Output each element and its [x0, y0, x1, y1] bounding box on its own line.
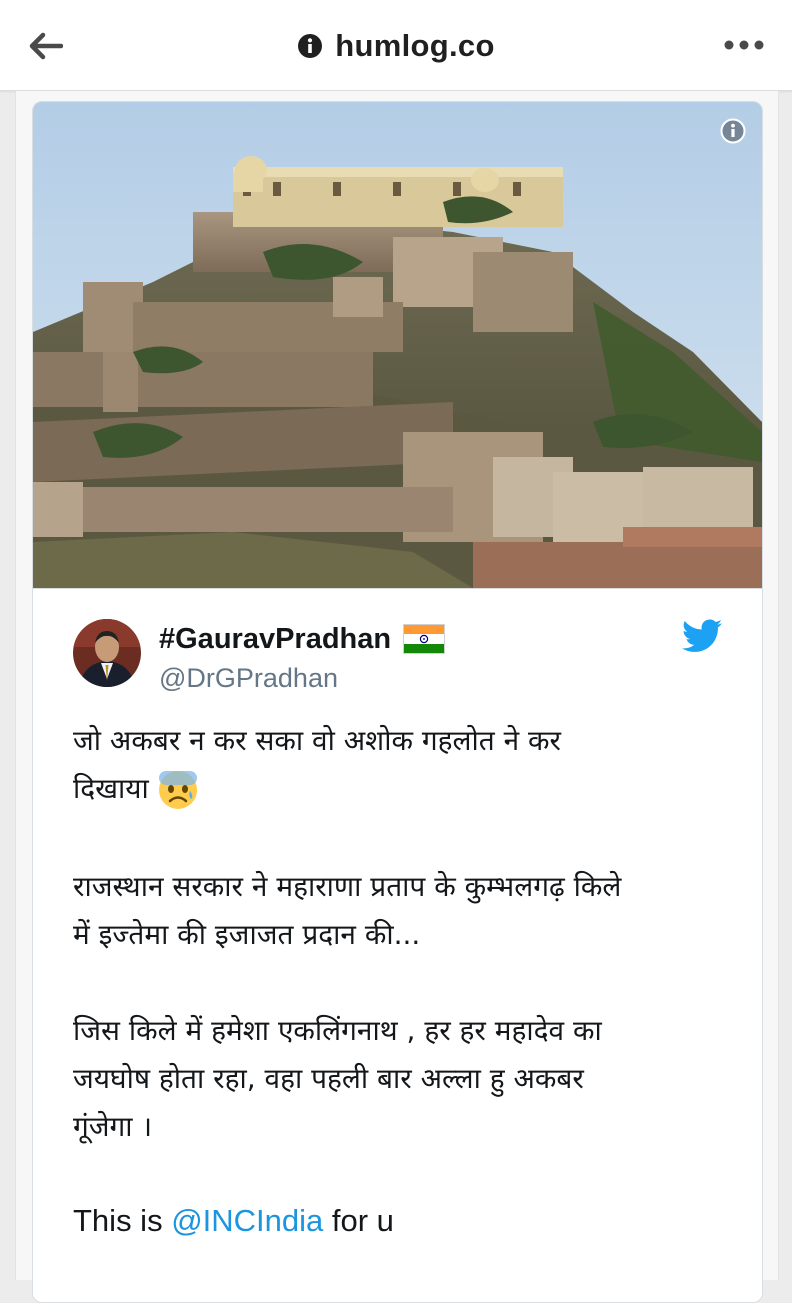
tweet-paragraph-1: जो अकबर न कर सका वो अशोक गहलोत ने कर दिख… — [73, 717, 733, 813]
fort-photo[interactable] — [33, 102, 762, 588]
tweet-paragraph-3: जिस किले में हमेशा एकलिंगनाथ , हर हर महा… — [73, 1007, 733, 1151]
tweet-text-suffix: for u — [323, 1203, 394, 1238]
author-name-row: #GauravPradhan — [159, 619, 446, 659]
author-handle[interactable]: @DrGPradhan — [159, 663, 338, 694]
browser-toolbar: humlog.co — [0, 0, 792, 91]
info-icon[interactable] — [720, 118, 746, 144]
twitter-bird-icon[interactable] — [682, 619, 722, 653]
tweet-text-line: जो अकबर न कर सका वो अशोक गहलोत ने कर — [73, 724, 561, 757]
tweet-text-line: राजस्थान सरकार ने महाराणा प्रताप के कुम्… — [73, 870, 622, 903]
more-horizontal-icon — [724, 40, 764, 50]
url-text: humlog.co — [335, 28, 495, 63]
anxious-face-emoji — [158, 771, 197, 809]
tweet-text-line: दिखाया — [73, 765, 733, 813]
tweet-text-line: गूंजेगा । — [73, 1110, 153, 1143]
india-flag-icon — [403, 624, 446, 654]
author-display-name[interactable]: #GauravPradhan — [159, 623, 391, 656]
tweet-text-line: जयघोष होता रहा, वहा पहली बार अल्ला हु अक… — [73, 1062, 584, 1095]
tweet-text-line-part: दिखाया — [73, 772, 149, 805]
more-menu-button[interactable] — [722, 30, 766, 60]
avatar-image — [73, 619, 141, 687]
tweet-paragraph-4: This is @INCIndia for u — [73, 1197, 733, 1245]
page-content: #GauravPradhan @DrGPradhan जो अकबर न कर … — [15, 91, 779, 1303]
tweet-embed-card[interactable]: #GauravPradhan @DrGPradhan जो अकबर न कर … — [32, 101, 763, 1303]
tweet[interactable]: #GauravPradhan @DrGPradhan जो अकबर न कर … — [33, 588, 762, 1302]
address-bar[interactable]: humlog.co — [0, 24, 792, 68]
mention-link[interactable]: @INCIndia — [171, 1203, 323, 1238]
avatar[interactable] — [73, 619, 141, 687]
tweet-text-line: जिस किले में हमेशा एकलिंगनाथ , हर हर महा… — [73, 1014, 602, 1047]
info-icon[interactable] — [297, 33, 323, 59]
tweet-text-prefix: This is — [73, 1203, 172, 1238]
tweet-text-line: में इज्तेमा की इजाजत प्रदान की... — [73, 918, 421, 951]
tweet-paragraph-2: राजस्थान सरकार ने महाराणा प्रताप के कुम्… — [73, 863, 733, 959]
